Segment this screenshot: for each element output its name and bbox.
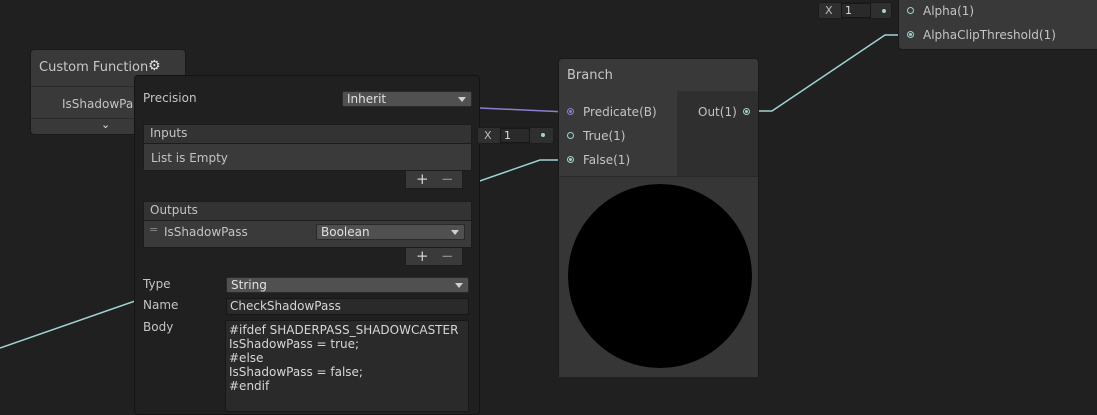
chevron-down-icon[interactable]: ⌄	[101, 118, 110, 131]
type-label: Type	[143, 277, 171, 291]
wire-out-to-clip	[750, 34, 910, 112]
out-port-label: Out(1)	[698, 105, 737, 119]
alpha-connector-dot	[882, 9, 886, 13]
outputs-header: Outputs	[144, 202, 471, 221]
branch-output-area	[677, 91, 758, 176]
inputs-header: Inputs	[144, 125, 471, 144]
outputs-add-button[interactable]: +	[416, 248, 429, 264]
outputs-list: Outputs = IsShadowPass Boolean	[143, 201, 472, 248]
predicate-port-label: Predicate(B)	[583, 105, 657, 119]
name-input[interactable]: CheckShadowPass	[226, 298, 469, 315]
alpha-clip-port-label: AlphaClipThreshold(1)	[923, 28, 1056, 42]
alpha-port-label: Alpha(1)	[923, 4, 975, 18]
dropdown-arrow-icon	[455, 283, 463, 288]
output-type-dropdown[interactable]: Boolean	[316, 224, 465, 240]
drag-handle-icon[interactable]: =	[149, 223, 158, 236]
inputs-add-button[interactable]: +	[416, 171, 429, 187]
inputs-remove-button[interactable]: −	[441, 171, 454, 187]
inputs-empty-text: List is Empty	[151, 151, 228, 165]
true-port-label: True(1)	[583, 129, 626, 143]
precision-dropdown[interactable]: Inherit	[342, 91, 472, 107]
alpha-inline-field[interactable]: X 1	[818, 2, 892, 19]
true-connector-dot	[541, 133, 545, 137]
outputs-add-remove: + −	[405, 248, 463, 266]
dropdown-arrow-icon	[451, 230, 459, 235]
body-textarea[interactable]: #ifdef SHADERPASS_SHADOWCASTER IsShadowP…	[225, 320, 469, 412]
dropdown-arrow-icon	[458, 97, 466, 102]
branch-title: Branch	[567, 68, 613, 83]
output-type-value: Boolean	[321, 225, 370, 239]
body-label: Body	[143, 320, 174, 334]
alpha-port-icon[interactable]	[907, 7, 914, 14]
inputs-list: Inputs List is Empty	[143, 124, 472, 171]
predicate-port-icon[interactable]	[567, 108, 574, 115]
alpha-value-input[interactable]: 1	[841, 3, 871, 18]
output-row[interactable]: = IsShadowPass Boolean	[144, 223, 471, 243]
precision-value: Inherit	[347, 92, 387, 106]
type-dropdown[interactable]: String	[226, 277, 469, 293]
true-value-input[interactable]: 1	[500, 128, 530, 143]
type-value: String	[231, 278, 267, 292]
custom-function-title: Custom Function	[39, 60, 149, 75]
false-port-label: False(1)	[583, 153, 631, 167]
out-port-icon[interactable]	[743, 108, 750, 115]
true-x-label: X	[484, 129, 492, 142]
alpha-clip-port-icon[interactable]	[907, 31, 914, 38]
preview-sphere	[568, 184, 752, 368]
precision-label: Precision	[143, 91, 197, 105]
output-name[interactable]: IsShadowPass	[164, 225, 248, 239]
outputs-remove-button[interactable]: −	[441, 248, 454, 264]
true-port-icon[interactable]	[567, 132, 574, 139]
alpha-x-label: X	[825, 4, 833, 17]
inputs-add-remove: + −	[405, 171, 463, 189]
false-port-icon[interactable]	[567, 156, 574, 163]
node-settings-panel: Precision Inherit Inputs List is Empty +…	[134, 75, 480, 415]
gear-icon[interactable]: ⚙	[148, 58, 161, 74]
name-label: Name	[143, 298, 179, 312]
